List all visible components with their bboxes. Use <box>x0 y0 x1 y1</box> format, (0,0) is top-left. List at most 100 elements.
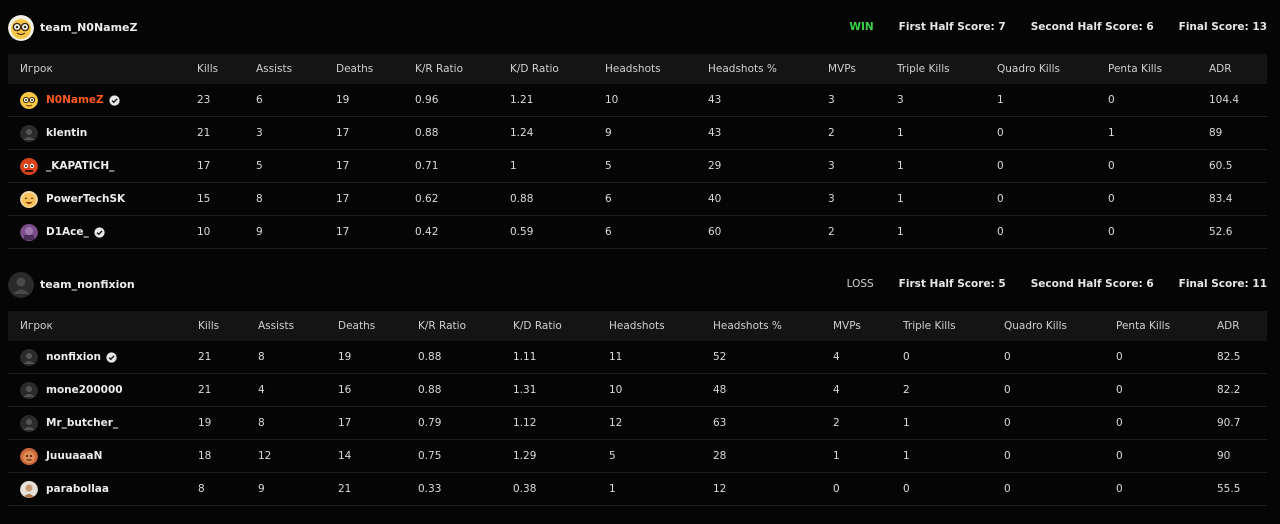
player-name[interactable]: nonfixion <box>46 341 101 373</box>
column-header-kills[interactable]: Kills <box>198 311 219 341</box>
final-score: Final Score: 13 <box>1178 21 1267 33</box>
cell-headshots-pct: 29 <box>708 160 722 172</box>
table-row: nonfixion 21 8 19 0.88 1.11 11 52 4 0 0 0 82.5 <box>8 341 1267 374</box>
column-header-adr[interactable]: ADR <box>1217 311 1240 341</box>
cell-quadro-kills: 0 <box>997 160 1004 172</box>
player-cell[interactable]: N0NameZ <box>20 84 120 116</box>
player-name[interactable]: JuuuaaaN <box>46 440 102 472</box>
column-header-quadro-kills[interactable]: Quadro Kills <box>1004 311 1067 341</box>
column-header-assists[interactable]: Assists <box>256 54 292 84</box>
avatar[interactable] <box>20 414 38 432</box>
cell-kr-ratio: 0.71 <box>415 160 439 172</box>
team-name[interactable]: team_N0NameZ <box>40 21 138 34</box>
cell-penta-kills: 0 <box>1116 417 1123 429</box>
cell-kr-ratio: 0.96 <box>415 94 439 106</box>
final-score: Final Score: 11 <box>1178 278 1267 290</box>
player-cell[interactable]: mone200000 <box>20 374 123 406</box>
column-header-player[interactable]: Игрок <box>20 54 53 84</box>
cell-triple-kills: 2 <box>903 384 910 396</box>
column-header-penta-kills[interactable]: Penta Kills <box>1108 54 1162 84</box>
avatar[interactable] <box>20 480 38 498</box>
avatar[interactable] <box>20 447 38 465</box>
cell-mvps: 2 <box>833 417 840 429</box>
player-cell[interactable]: JuuuaaaN <box>20 440 102 472</box>
column-header-kd-ratio[interactable]: K/D Ratio <box>510 54 559 84</box>
player-cell[interactable]: parabollaa <box>20 473 109 505</box>
table-row: Mr_butcher_ 19 8 17 0.79 1.12 12 63 2 1 0 0 90.7 <box>8 407 1267 440</box>
column-header-player[interactable]: Игрок <box>20 311 53 341</box>
cell-headshots-pct: 48 <box>713 384 727 396</box>
cell-adr: 83.4 <box>1209 193 1233 205</box>
column-header-kd-ratio[interactable]: K/D Ratio <box>513 311 562 341</box>
player-name[interactable]: _KAPATICH_ <box>46 150 114 182</box>
cell-quadro-kills: 0 <box>997 193 1004 205</box>
player-cell[interactable]: nonfixion <box>20 341 117 373</box>
player-name[interactable]: mone200000 <box>46 374 123 406</box>
cell-headshots: 9 <box>605 127 612 139</box>
column-header-kr-ratio[interactable]: K/R Ratio <box>418 311 466 341</box>
cell-kd-ratio: 0.88 <box>510 193 534 205</box>
cell-triple-kills: 1 <box>897 193 904 205</box>
column-header-adr[interactable]: ADR <box>1209 54 1232 84</box>
column-header-mvps[interactable]: MVPs <box>833 311 861 341</box>
cell-triple-kills: 1 <box>903 417 910 429</box>
avatar[interactable] <box>20 348 38 366</box>
cell-kills: 19 <box>198 417 212 429</box>
second-half-score: Second Half Score: 6 <box>1030 278 1154 290</box>
avatar[interactable] <box>20 124 38 142</box>
column-header-deaths[interactable]: Deaths <box>338 311 375 341</box>
column-header-kr-ratio[interactable]: K/R Ratio <box>415 54 463 84</box>
player-name[interactable]: Mr_butcher_ <box>46 407 118 439</box>
cell-kills: 8 <box>198 483 205 495</box>
cell-assists: 3 <box>256 127 263 139</box>
player-name[interactable]: N0NameZ <box>46 84 104 116</box>
cell-kd-ratio: 1 <box>510 160 517 172</box>
player-name[interactable]: klentin <box>46 117 87 149</box>
avatar[interactable] <box>20 91 38 109</box>
cell-kills: 17 <box>197 160 211 172</box>
table-row: parabollaa 8 9 21 0.33 0.38 1 12 0 0 0 0 55.5 <box>8 473 1267 506</box>
cell-triple-kills: 1 <box>897 160 904 172</box>
cell-assists: 9 <box>256 226 263 238</box>
column-header-triple-kills[interactable]: Triple Kills <box>903 311 956 341</box>
cell-triple-kills: 3 <box>897 94 904 106</box>
player-cell[interactable]: Mr_butcher_ <box>20 407 118 439</box>
column-header-headshots[interactable]: Headshots <box>609 311 665 341</box>
player-name[interactable]: D1Ace_ <box>46 216 89 248</box>
column-header-headshots-pct[interactable]: Headshots % <box>708 54 777 84</box>
avatar[interactable] <box>20 381 38 399</box>
cell-headshots-pct: 60 <box>708 226 722 238</box>
column-header-deaths[interactable]: Deaths <box>336 54 373 84</box>
cell-kills: 23 <box>197 94 211 106</box>
column-header-mvps[interactable]: MVPs <box>828 54 856 84</box>
cell-penta-kills: 0 <box>1108 160 1115 172</box>
column-header-triple-kills[interactable]: Triple Kills <box>897 54 950 84</box>
cell-kills: 10 <box>197 226 211 238</box>
cell-penta-kills: 0 <box>1108 193 1115 205</box>
column-header-kills[interactable]: Kills <box>197 54 218 84</box>
second-half-score: Second Half Score: 6 <box>1030 21 1154 33</box>
avatar[interactable] <box>20 190 38 208</box>
column-header-penta-kills[interactable]: Penta Kills <box>1116 311 1170 341</box>
team-logo <box>8 272 34 298</box>
column-header-headshots-pct[interactable]: Headshots % <box>713 311 782 341</box>
player-rows: nonfixion 21 8 19 0.88 1.11 11 52 4 0 0 0 82.5 mone20… <box>8 341 1267 506</box>
player-name[interactable]: parabollaa <box>46 473 109 505</box>
player-name[interactable]: PowerTechSK <box>46 183 125 215</box>
player-cell[interactable]: D1Ace_ <box>20 216 105 248</box>
cell-quadro-kills: 0 <box>1004 351 1011 363</box>
team-name[interactable]: team_nonfixion <box>40 278 135 291</box>
avatar[interactable] <box>20 223 38 241</box>
table-header: Игрок Kills Assists Deaths K/R Ratio K/D Rati… <box>8 54 1267 84</box>
column-header-quadro-kills[interactable]: Quadro Kills <box>997 54 1060 84</box>
avatar[interactable] <box>20 157 38 175</box>
table-row: klentin 21 3 17 0.88 1.24 9 43 2 1 0 1 89 <box>8 117 1267 150</box>
player-cell[interactable]: PowerTechSK <box>20 183 125 215</box>
cell-deaths: 17 <box>338 417 352 429</box>
verified-badge-icon <box>89 226 105 238</box>
player-cell[interactable]: _KAPATICH_ <box>20 150 114 182</box>
player-cell[interactable]: klentin <box>20 117 87 149</box>
cell-deaths: 16 <box>338 384 352 396</box>
column-header-headshots[interactable]: Headshots <box>605 54 661 84</box>
column-header-assists[interactable]: Assists <box>258 311 294 341</box>
